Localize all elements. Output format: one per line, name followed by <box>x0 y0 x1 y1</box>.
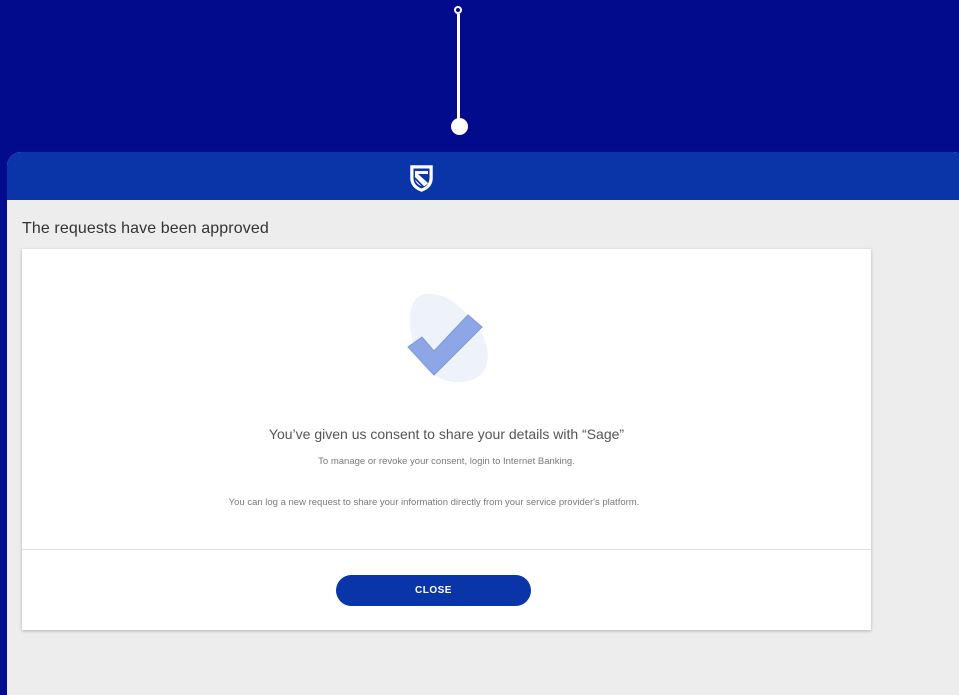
page-title: The requests have been approved <box>22 220 269 237</box>
pin-dot-icon <box>451 118 468 135</box>
confirmation-card: You’ve given us consent to share your de… <box>22 249 871 630</box>
screen-background: The requests have been approved You’ve g… <box>0 0 959 695</box>
app-header <box>7 152 959 200</box>
pin-line <box>457 14 460 120</box>
divider <box>22 549 871 550</box>
bank-shield-logo-icon <box>410 165 433 192</box>
consent-heading: You’ve given us consent to share your de… <box>268 426 625 442</box>
app-window: The requests have been approved You’ve g… <box>7 152 959 695</box>
manage-consent-text: To manage or revoke your consent, login … <box>318 456 575 467</box>
new-request-info-text: You can log a new request to share your … <box>228 497 640 508</box>
checkmark-icon <box>407 293 488 383</box>
pin-ring-icon <box>454 6 462 14</box>
close-button[interactable]: CLOSE <box>336 575 531 606</box>
